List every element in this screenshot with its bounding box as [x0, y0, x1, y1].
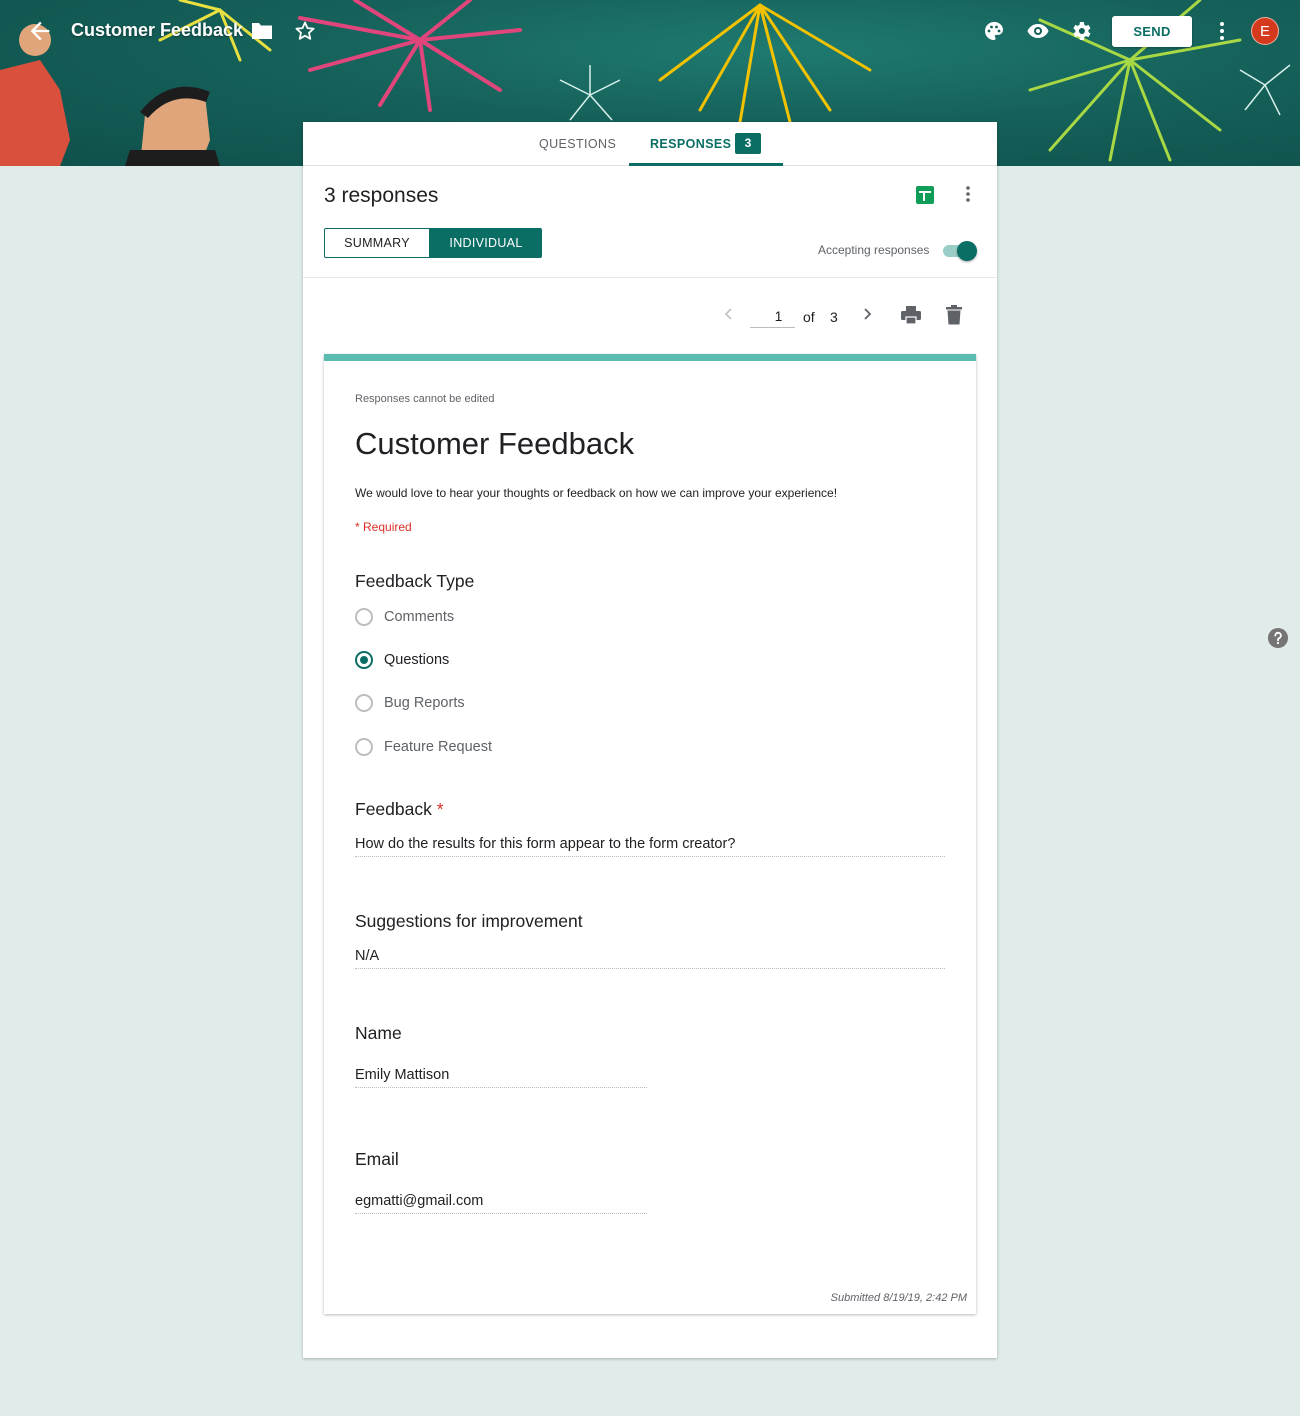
question-suggestions-title: Suggestions for improvement [355, 911, 583, 931]
radio-option-comments: Comments [355, 605, 454, 629]
folder-icon[interactable] [250, 20, 274, 42]
divider [303, 277, 997, 278]
summary-button[interactable]: SUMMARY [324, 228, 430, 258]
cannot-edit-note: Responses cannot be edited [355, 393, 495, 405]
sheets-icon[interactable] [915, 185, 935, 205]
radio-icon [355, 694, 373, 712]
answer-email: egmatti@gmail.com [355, 1193, 647, 1214]
response-form-card: Responses cannot be edited Customer Feed… [324, 354, 976, 1314]
radio-label: Feature Request [384, 739, 493, 755]
accepting-responses-toggle[interactable] [943, 240, 977, 262]
accepting-responses-label: Accepting responses [818, 243, 930, 257]
radio-label: Questions [384, 652, 450, 668]
chevron-left-icon[interactable] [721, 304, 735, 324]
radio-label: Comments [384, 609, 455, 625]
more-vert-icon[interactable] [1210, 19, 1234, 43]
responses-heading: 3 responses [324, 184, 439, 207]
response-form-description: We would love to hear your thoughts or f… [355, 486, 838, 500]
submitted-timestamp: Submitted 8/19/19, 2:42 PM [830, 1292, 967, 1304]
response-number-input[interactable] [750, 304, 795, 328]
question-email-title: Email [355, 1149, 399, 1169]
radio-icon [355, 608, 373, 626]
question-feedback-label: Feedback [355, 799, 432, 819]
star-icon[interactable] [293, 19, 317, 43]
individual-button[interactable]: INDIVIDUAL [430, 228, 542, 258]
required-note: * Required [355, 520, 412, 534]
top-bar: Customer Feedback SEND E [0, 0, 1300, 62]
view-toggle: SUMMARY INDIVIDUAL [324, 228, 542, 258]
print-icon[interactable] [900, 304, 922, 326]
gear-icon[interactable] [1069, 19, 1093, 43]
question-feedback-title: Feedback * [355, 799, 444, 820]
avatar[interactable]: E [1251, 17, 1279, 45]
response-form-title: Customer Feedback [355, 426, 635, 461]
radio-option-bug-reports: Bug Reports [355, 691, 465, 715]
question-feedback-type-title: Feedback Type [355, 571, 475, 591]
help-icon[interactable] [1268, 628, 1288, 648]
palette-icon[interactable] [982, 19, 1006, 43]
responses-count-badge: 3 [735, 133, 761, 154]
radio-option-feature-request: Feature Request [355, 735, 492, 759]
radio-icon [355, 738, 373, 756]
trash-icon[interactable] [945, 304, 963, 326]
radio-option-questions: Questions [355, 648, 449, 672]
responses-card: QUESTIONS RESPONSES 3 3 responses SUMMAR… [303, 122, 997, 1358]
back-arrow-icon[interactable] [26, 17, 54, 45]
active-tab-indicator [629, 163, 783, 166]
required-asterisk: * [436, 799, 444, 819]
more-options-icon[interactable] [958, 184, 978, 204]
tab-questions[interactable]: QUESTIONS [539, 122, 616, 166]
pager-total: 3 [830, 309, 838, 325]
response-pager: of 3 [303, 296, 997, 336]
eye-icon[interactable] [1026, 19, 1050, 43]
tab-responses-label: RESPONSES [650, 137, 732, 151]
question-name-title: Name [355, 1023, 402, 1043]
chevron-right-icon[interactable] [861, 304, 875, 324]
answer-suggestions: N/A [355, 948, 945, 969]
radio-checked-icon [355, 651, 373, 669]
toggle-knob [957, 241, 977, 261]
tab-bar: QUESTIONS RESPONSES 3 [303, 122, 997, 166]
answer-name: Emily Mattison [355, 1067, 647, 1088]
send-button[interactable]: SEND [1112, 16, 1192, 47]
pager-of-label: of [803, 309, 815, 325]
form-title[interactable]: Customer Feedback [71, 20, 243, 41]
answer-feedback: How do the results for this form appear … [355, 836, 945, 857]
radio-label: Bug Reports [384, 695, 465, 711]
